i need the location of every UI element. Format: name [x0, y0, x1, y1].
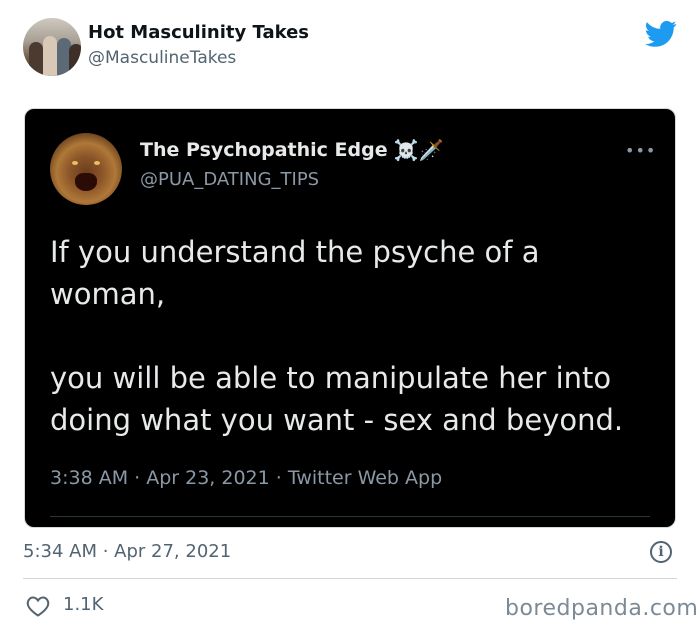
embedded-author-handle[interactable]: @PUA_DATING_TIPS	[140, 169, 319, 190]
heart-icon[interactable]	[26, 595, 50, 617]
tweet-timestamp[interactable]: 5:34 AM · Apr 27, 2021	[23, 541, 231, 562]
author-handle[interactable]: @MasculineTakes	[88, 48, 236, 68]
tweet-text-line: woman,	[50, 277, 166, 311]
info-icon[interactable]: i	[650, 541, 672, 563]
tweet-text-line: doing what you want - sex and beyond.	[50, 403, 624, 437]
watermark: boredpanda.com	[505, 596, 699, 621]
embedded-tweet[interactable]: The Psychopathic Edge ☠️🗡️ @PUA_DATING_T…	[24, 108, 676, 528]
like-count[interactable]: 1.1K	[63, 594, 103, 615]
twitter-bird-icon[interactable]	[645, 20, 677, 48]
embedded-avatar[interactable]	[50, 133, 122, 205]
tweet-text-line: you will be able to manipulate her into	[50, 361, 612, 395]
embedded-tweet-text: If you understand the psyche of a woman,…	[50, 231, 650, 441]
more-icon[interactable]: •••	[625, 141, 656, 160]
author-display-name[interactable]: Hot Masculinity Takes	[88, 22, 309, 43]
embedded-display-name: The Psychopathic Edge	[140, 139, 388, 161]
embedded-tweet-meta[interactable]: 3:38 AM · Apr 23, 2021 · Twitter Web App	[50, 467, 442, 489]
tweet-text-line: If you understand the psyche of a	[50, 235, 540, 269]
avatar[interactable]	[23, 18, 81, 76]
embedded-author-name[interactable]: The Psychopathic Edge ☠️🗡️	[140, 139, 443, 161]
divider	[23, 578, 677, 579]
tweet-header: Hot Masculinity Takes @MasculineTakes	[0, 0, 700, 95]
skull-dagger-emoji: ☠️🗡️	[393, 138, 444, 162]
divider	[50, 516, 650, 517]
